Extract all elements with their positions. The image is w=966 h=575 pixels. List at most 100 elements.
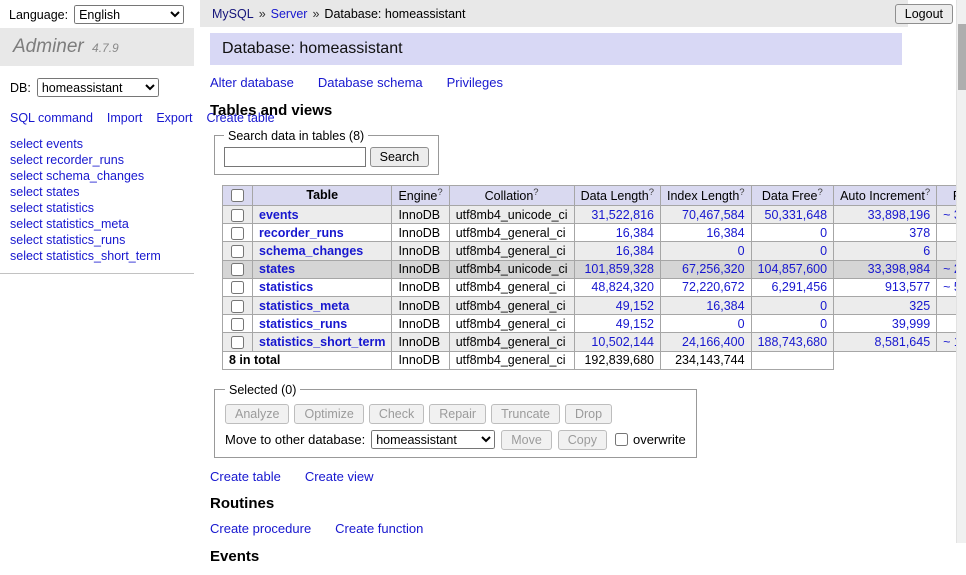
row-checkbox[interactable] — [231, 300, 244, 313]
sidebar-table-link[interactable]: select statistics_runs — [10, 232, 184, 248]
row-checkbox[interactable] — [231, 263, 244, 276]
repair-button[interactable]: Repair — [429, 404, 486, 424]
move-button[interactable]: Move — [501, 430, 552, 450]
truncate-button[interactable]: Truncate — [491, 404, 560, 424]
routine-link[interactable]: Create function — [335, 521, 423, 536]
engine-cell: InnoDB — [392, 333, 449, 351]
column-help-link[interactable]: ? — [649, 187, 654, 198]
table-name-link[interactable]: states — [259, 262, 295, 276]
copy-button[interactable]: Copy — [558, 430, 607, 450]
data-length-cell-link[interactable]: 101,859,328 — [584, 262, 654, 276]
table-row: eventsInnoDButf8mb4_unicode_ci31,522,816… — [223, 205, 966, 223]
move-db-select[interactable]: homeassistant — [371, 430, 495, 449]
table-row: statistics_runsInnoDButf8mb4_general_ci4… — [223, 315, 966, 333]
auto-increment-cell-link[interactable]: 8,581,645 — [875, 335, 931, 349]
sidebar-table-link[interactable]: select statistics — [10, 200, 184, 216]
sidebar-action-link[interactable]: SQL command — [10, 111, 93, 125]
scrollbar[interactable] — [956, 0, 966, 543]
db-action-link[interactable]: Privileges — [447, 75, 503, 90]
data-free-cell-link[interactable]: 0 — [820, 299, 827, 313]
data-length-cell-link[interactable]: 16,384 — [616, 244, 654, 258]
column-help-link[interactable]: ? — [533, 187, 538, 198]
index-length-cell-link[interactable]: 24,166,400 — [682, 335, 745, 349]
overwrite-checkbox[interactable] — [615, 433, 628, 446]
routine-link[interactable]: Create procedure — [210, 521, 311, 536]
index-length-cell-link[interactable]: 0 — [738, 244, 745, 258]
drop-button[interactable]: Drop — [565, 404, 612, 424]
data-length-cell-link[interactable]: 48,824,320 — [591, 280, 654, 294]
auto-increment-cell-link[interactable]: 6 — [923, 244, 930, 258]
data-length-cell-link[interactable]: 49,152 — [616, 299, 654, 313]
table-name-link[interactable]: recorder_runs — [259, 226, 344, 240]
language-select[interactable]: English — [74, 5, 184, 24]
auto-increment-cell-link[interactable]: 378 — [909, 226, 930, 240]
data-length-cell-link[interactable]: 31,522,816 — [591, 208, 654, 222]
db-action-link[interactable]: Alter database — [210, 75, 294, 90]
sidebar-table-link[interactable]: select states — [10, 184, 184, 200]
scrollbar-thumb[interactable] — [958, 24, 966, 90]
optimize-button[interactable]: Optimize — [294, 404, 363, 424]
row-checkbox[interactable] — [231, 318, 244, 331]
total-data-free — [751, 351, 834, 369]
table-name-link[interactable]: schema_changes — [259, 244, 363, 258]
data-free-cell-link[interactable]: 188,743,680 — [758, 335, 828, 349]
auto-increment-cell-link[interactable]: 33,398,984 — [868, 262, 931, 276]
select-all-checkbox[interactable] — [231, 189, 244, 202]
analyze-button[interactable]: Analyze — [225, 404, 289, 424]
data-length-cell-link[interactable]: 10,502,144 — [591, 335, 654, 349]
index-length-cell-link[interactable]: 16,384 — [706, 226, 744, 240]
row-select-cell — [223, 315, 253, 333]
data-free-cell-link[interactable]: 104,857,600 — [758, 262, 828, 276]
row-checkbox[interactable] — [231, 209, 244, 222]
table-name-link[interactable]: events — [259, 208, 299, 222]
data-free-cell-link[interactable]: 50,331,648 — [765, 208, 828, 222]
sidebar-action-link[interactable]: Export — [156, 111, 192, 125]
data-length-cell-link[interactable]: 16,384 — [616, 226, 654, 240]
sidebar-table-link[interactable]: select recorder_runs — [10, 152, 184, 168]
db-action-link[interactable]: Database schema — [318, 75, 423, 90]
search-input[interactable] — [224, 147, 366, 167]
data-free-cell-link[interactable]: 0 — [820, 244, 827, 258]
data-free-cell-link[interactable]: 0 — [820, 317, 827, 331]
db-select[interactable]: homeassistant — [37, 78, 159, 97]
column-help-link[interactable]: ? — [437, 187, 442, 198]
search-button[interactable]: Search — [370, 147, 430, 167]
check-button[interactable]: Check — [369, 404, 424, 424]
table-name-link[interactable]: statistics — [259, 280, 313, 294]
search-legend: Search data in tables (8) — [224, 129, 368, 143]
row-checkbox[interactable] — [231, 336, 244, 349]
column-help-link[interactable]: ? — [739, 187, 744, 198]
row-checkbox[interactable] — [231, 281, 244, 294]
auto-increment-cell-link[interactable]: 39,999 — [892, 317, 930, 331]
table-name-link[interactable]: statistics_runs — [259, 317, 347, 331]
sidebar-table-link[interactable]: select events — [10, 136, 184, 152]
index-length-cell-link[interactable]: 70,467,584 — [682, 208, 745, 222]
column-help-link[interactable]: ? — [817, 187, 822, 198]
breadcrumb-link[interactable]: MySQL — [212, 7, 254, 21]
data-free-cell-link[interactable]: 0 — [820, 226, 827, 240]
sidebar-table-link[interactable]: select statistics_meta — [10, 216, 184, 232]
data-length-cell-link[interactable]: 49,152 — [616, 317, 654, 331]
row-checkbox[interactable] — [231, 245, 244, 258]
data-length-cell: 49,152 — [574, 315, 660, 333]
table-name-link[interactable]: statistics_short_term — [259, 335, 385, 349]
index-length-cell-link[interactable]: 16,384 — [706, 299, 744, 313]
data-free-cell-link[interactable]: 6,291,456 — [771, 280, 827, 294]
sidebar-action-link[interactable]: Import — [107, 111, 142, 125]
row-checkbox[interactable] — [231, 227, 244, 240]
create-link[interactable]: Create table — [210, 469, 281, 484]
create-link[interactable]: Create view — [305, 469, 374, 484]
logout-button[interactable]: Logout — [895, 4, 953, 24]
column-help-link[interactable]: ? — [925, 187, 930, 198]
sidebar-table-link[interactable]: select schema_changes — [10, 168, 184, 184]
sidebar-table-link[interactable]: select statistics_short_term — [10, 248, 184, 264]
index-length-cell-link[interactable]: 72,220,672 — [682, 280, 745, 294]
breadcrumb-link[interactable]: Server — [271, 7, 308, 21]
auto-increment-cell-link[interactable]: 33,898,196 — [868, 208, 931, 222]
overwrite-option: overwrite — [613, 432, 686, 447]
index-length-cell-link[interactable]: 0 — [738, 317, 745, 331]
auto-increment-cell-link[interactable]: 325 — [909, 299, 930, 313]
table-name-link[interactable]: statistics_meta — [259, 299, 349, 313]
auto-increment-cell-link[interactable]: 913,577 — [885, 280, 930, 294]
index-length-cell-link[interactable]: 67,256,320 — [682, 262, 745, 276]
